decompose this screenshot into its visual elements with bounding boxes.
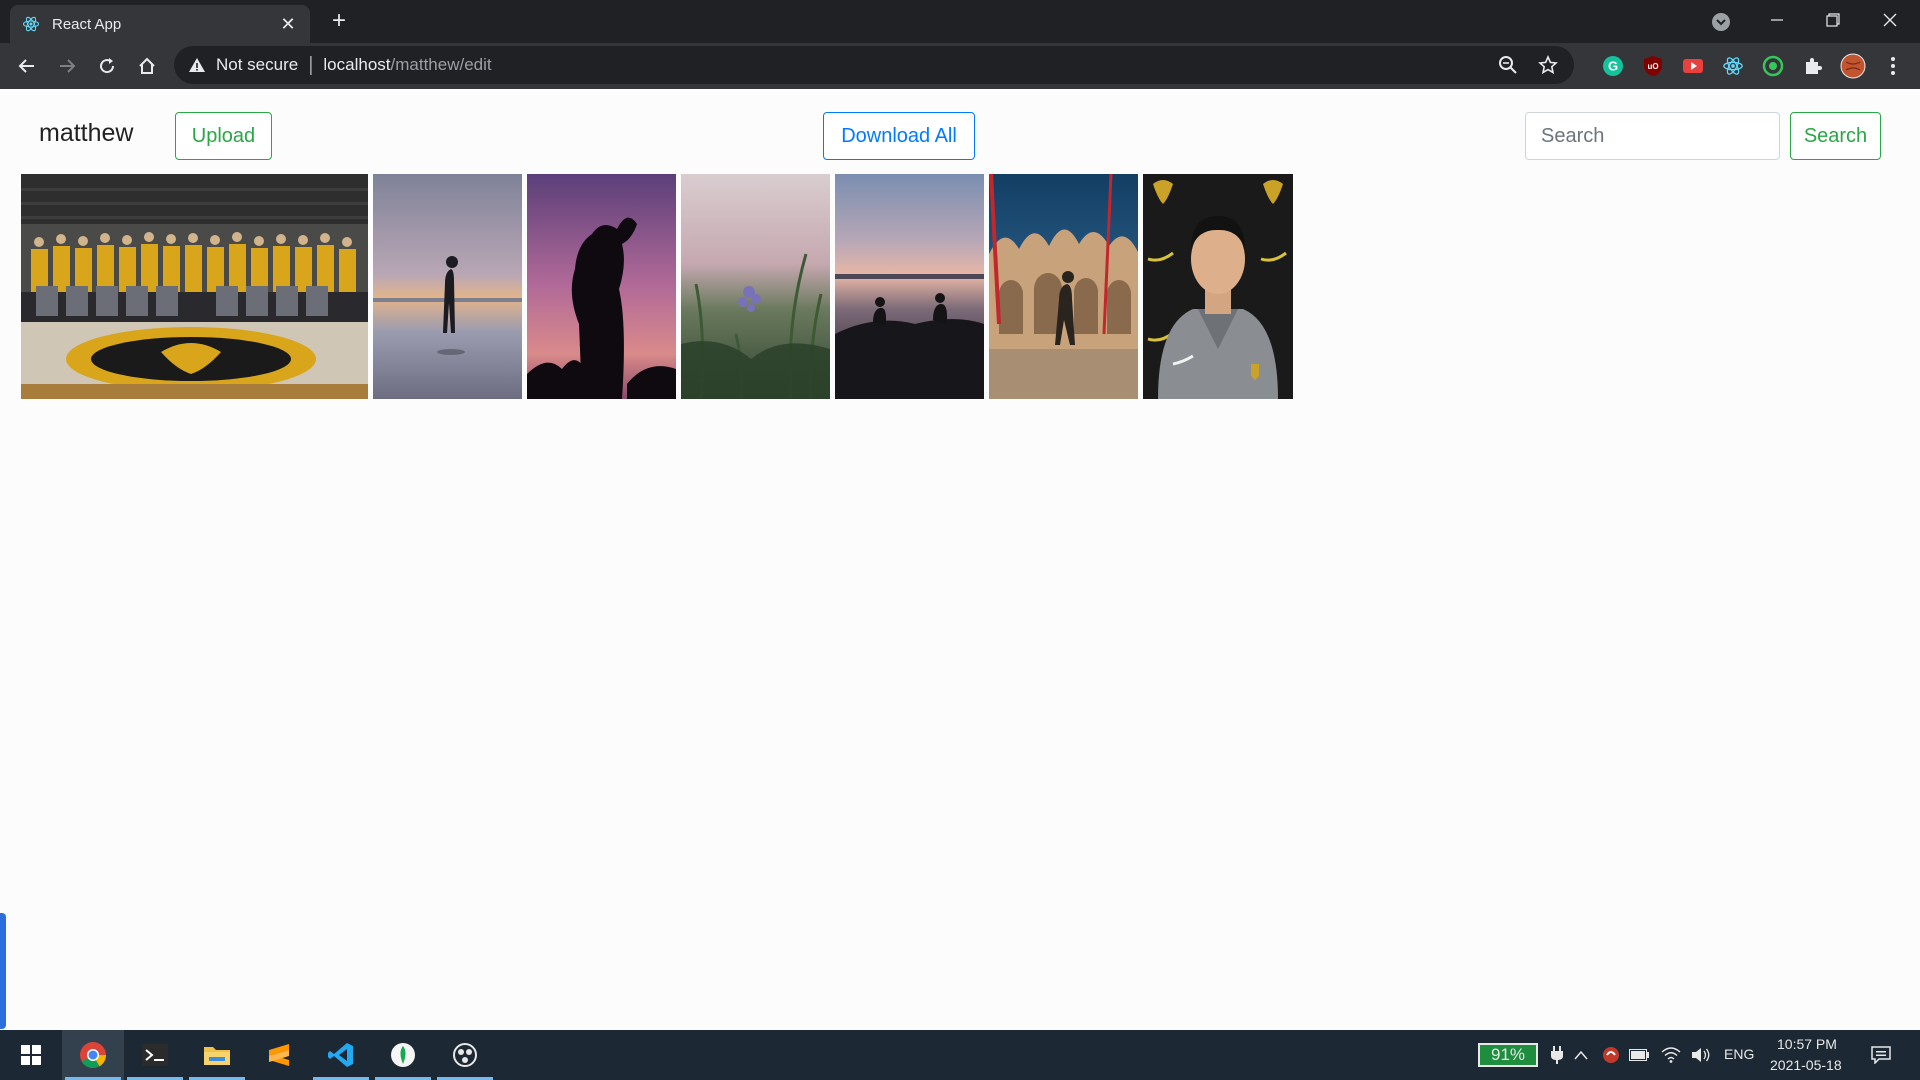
sublime-text-taskbar-icon[interactable] (248, 1030, 310, 1080)
chrome-taskbar-icon[interactable] (62, 1030, 124, 1080)
gallery-photo-beach[interactable] (373, 174, 522, 399)
gallery-photo-lake[interactable] (835, 174, 984, 399)
svg-text:uO: uO (1647, 62, 1658, 71)
bookmark-star-icon[interactable] (1534, 51, 1562, 79)
tab-title: React App (52, 15, 122, 33)
page-content: matthew Upload Download All Search (0, 89, 1920, 1030)
clock-time[interactable]: 10:57 PM (1777, 1036, 1837, 1052)
file-explorer-taskbar-icon[interactable] (186, 1030, 248, 1080)
language-indicator[interactable]: ENG (1724, 1046, 1754, 1062)
upload-button[interactable]: Upload (175, 112, 272, 160)
forward-icon[interactable] (51, 50, 83, 82)
clock-date[interactable]: 2021-05-18 (1770, 1057, 1842, 1073)
url-host: localhost (323, 55, 391, 74)
battery-icon[interactable] (1628, 1043, 1650, 1067)
extension-ring-icon[interactable] (1759, 52, 1787, 80)
notifications-icon[interactable] (1868, 1043, 1894, 1067)
close-window-icon[interactable] (1870, 6, 1910, 34)
close-tab-icon[interactable]: ✕ (278, 14, 298, 35)
security-label[interactable]: Not secure (216, 55, 298, 75)
download-all-button[interactable]: Download All (823, 112, 975, 160)
browser-tab-bar: React App ✕ + (0, 0, 1920, 43)
react-icon (22, 15, 40, 33)
warning-icon (188, 56, 206, 74)
search-button[interactable]: Search (1790, 112, 1881, 160)
wifi-icon[interactable] (1660, 1043, 1682, 1067)
minimize-icon[interactable] (1757, 6, 1797, 34)
svg-text:G: G (1608, 59, 1618, 74)
windows-start-icon[interactable] (0, 1030, 62, 1080)
photo-gallery (21, 174, 1293, 399)
restore-icon[interactable] (1813, 6, 1853, 34)
vscode-taskbar-icon[interactable] (310, 1030, 372, 1080)
gallery-photo-portrait[interactable] (1143, 174, 1293, 399)
show-hidden-icons-chevron-icon[interactable] (1570, 1043, 1592, 1067)
tab-search-icon[interactable] (1708, 9, 1734, 35)
profile-avatar-icon[interactable] (1839, 52, 1867, 80)
gallery-photo-team[interactable] (21, 174, 368, 399)
home-icon[interactable] (131, 50, 163, 82)
browser-toolbar: Not secure | localhost /matthew/edit G u… (0, 43, 1920, 89)
react-devtools-icon[interactable] (1719, 52, 1747, 80)
gallery-photo-silhouette[interactable] (527, 174, 676, 399)
gallery-photo-lavender[interactable] (681, 174, 830, 399)
battery-percentage[interactable]: 91% (1478, 1043, 1538, 1067)
mongodb-compass-taskbar-icon[interactable] (372, 1030, 434, 1080)
omnibox-divider: | (308, 53, 314, 76)
zoom-icon[interactable] (1494, 51, 1522, 79)
video-extension-icon[interactable] (1679, 52, 1707, 80)
taskbar: 91% ENG 10:57 PM 2021-05-18 (0, 1030, 1920, 1080)
username-brand[interactable]: matthew (39, 119, 133, 148)
antivirus-tray-icon[interactable] (1600, 1043, 1622, 1067)
power-plug-icon (1546, 1043, 1568, 1067)
address-bar[interactable]: Not secure | localhost /matthew/edit (174, 46, 1574, 84)
reload-icon[interactable] (91, 50, 123, 82)
terminal-taskbar-icon[interactable] (124, 1030, 186, 1080)
search-input[interactable] (1525, 112, 1780, 160)
ublock-icon[interactable]: uO (1639, 52, 1667, 80)
volume-icon[interactable] (1690, 1043, 1712, 1067)
gallery-photo-piazza[interactable] (989, 174, 1138, 399)
back-icon[interactable] (11, 50, 43, 82)
app-navbar: matthew Upload Download All Search (20, 95, 1900, 175)
new-tab-icon[interactable]: + (326, 9, 352, 35)
browser-tab[interactable]: React App ✕ (10, 5, 310, 43)
obs-taskbar-icon[interactable] (434, 1030, 496, 1080)
url-path: /matthew/edit (390, 55, 492, 74)
extensions-puzzle-icon[interactable] (1799, 52, 1827, 80)
grammarly-icon[interactable]: G (1599, 52, 1627, 80)
menu-kebab-icon[interactable] (1879, 52, 1907, 80)
side-panel-tab[interactable] (0, 913, 6, 1029)
